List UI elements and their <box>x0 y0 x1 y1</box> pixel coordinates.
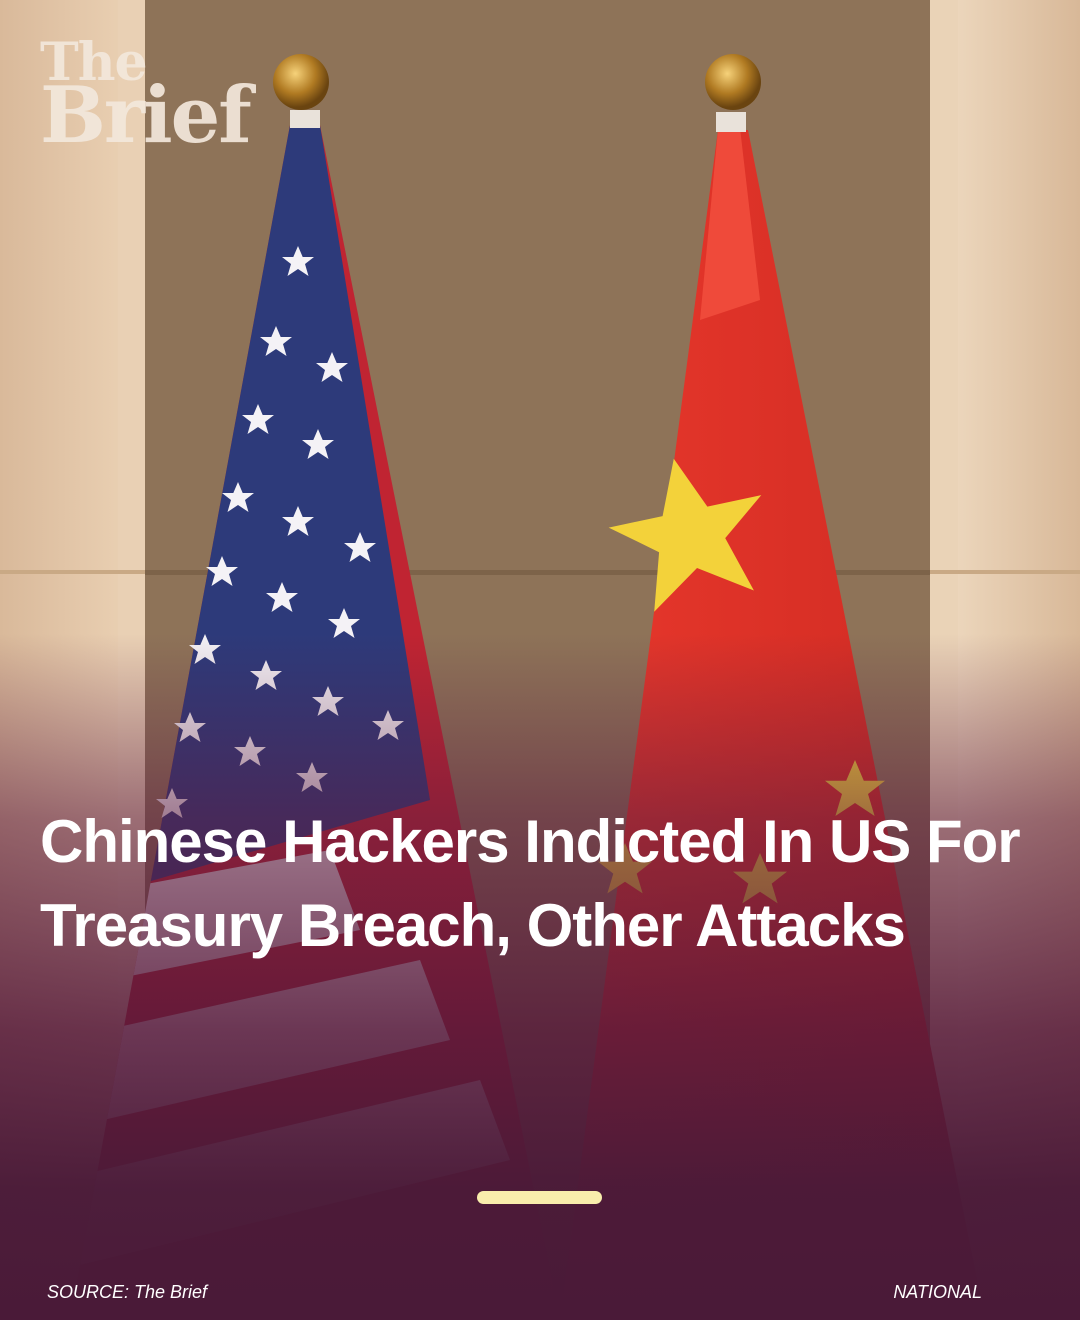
story-card: The Brief Chinese Hackers Indicted In US… <box>0 0 1080 1320</box>
category-label: NATIONAL <box>893 1282 982 1302</box>
headline: Chinese Hackers Indicted In US For Treas… <box>40 808 1021 959</box>
source-label: SOURCE: The Brief <box>47 1282 208 1302</box>
story-progress-indicator <box>477 1191 602 1204</box>
footer: SOURCE: The Brief NATIONAL <box>47 1282 982 1303</box>
brand-logo: The Brief <box>40 37 252 161</box>
gradient-overlay <box>0 0 1080 1320</box>
logo-line-brief: Brief <box>40 69 252 161</box>
